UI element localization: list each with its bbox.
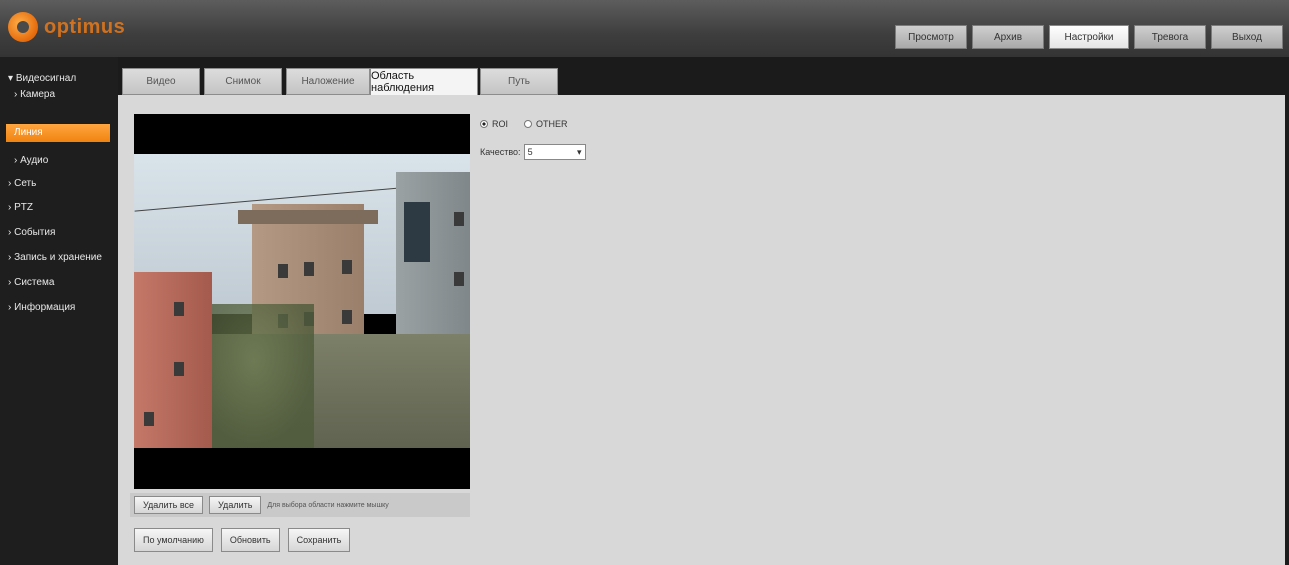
roi-radio[interactable]: [480, 120, 488, 128]
save-button[interactable]: Сохранить: [287, 528, 351, 552]
quality-select[interactable]: 5 ▾: [523, 144, 586, 160]
tab-video[interactable]: Видео: [122, 68, 200, 95]
tab-overlay[interactable]: Наложение: [286, 68, 370, 95]
roi-radio-label: ROI: [492, 119, 509, 129]
top-navigation: Просмотр Архив Настройки Тревога Выход: [895, 25, 1283, 49]
refresh-button[interactable]: Обновить: [220, 528, 280, 552]
default-button[interactable]: По умолчанию: [134, 528, 213, 552]
top-header: optimus Просмотр Архив Настройки Тревога…: [0, 0, 1289, 57]
sidebar-item-ptz[interactable]: › PTZ: [8, 202, 33, 213]
action-bar: По умолчанию Обновить Сохранить: [134, 528, 351, 552]
camera-image: [134, 154, 470, 448]
settings-tabs: Видео Снимок Наложение Область наблюдени…: [118, 64, 1289, 95]
chevron-down-icon: ▾: [577, 146, 582, 157]
sidebar-item-audio[interactable]: › Аудио: [14, 155, 48, 166]
sidebar-item-network[interactable]: › Сеть: [8, 178, 36, 189]
brand-logo: optimus: [8, 11, 125, 43]
sidebar-item-system[interactable]: › Система: [8, 277, 54, 288]
expand-icon: ▾: [8, 73, 16, 84]
quality-label: Качество:: [480, 147, 521, 157]
logo-icon: [8, 12, 38, 42]
tab-roi[interactable]: Область наблюдения: [370, 68, 478, 95]
tab-snapshot[interactable]: Снимок: [204, 68, 282, 95]
sidebar-item-info[interactable]: › Информация: [8, 302, 75, 313]
other-radio[interactable]: [524, 120, 533, 128]
other-radio-label: OTHER: [536, 119, 568, 129]
sidebar-item-storage[interactable]: › Запись и хранение: [8, 252, 102, 263]
delete-all-button[interactable]: Удалить все: [134, 496, 204, 514]
roi-options: ROI OTHER Качество: 5 ▾: [480, 119, 586, 160]
sidebar-item-video[interactable]: ▾ Видеосигнал: [8, 73, 76, 84]
video-preview[interactable]: [134, 114, 470, 489]
roi-hint: Для выбора области нажмите мышку: [267, 501, 389, 509]
tab-path[interactable]: Путь: [480, 68, 558, 95]
sidebar-item-line[interactable]: Линия: [6, 124, 110, 142]
nav-archive-button[interactable]: Архив: [972, 25, 1044, 49]
nav-settings-button[interactable]: Настройки: [1049, 25, 1129, 49]
nav-alarm-button[interactable]: Тревога: [1134, 25, 1206, 49]
nav-logout-button[interactable]: Выход: [1211, 25, 1283, 49]
main-content: Удалить все Удалить Для выбора области н…: [118, 95, 1285, 565]
settings-sidebar: ▾ Видеосигнал › Камера Линия › Аудио › С…: [0, 57, 118, 565]
video-toolbar: Удалить все Удалить Для выбора области н…: [130, 493, 470, 517]
sidebar-item-events[interactable]: › События: [8, 227, 55, 238]
sidebar-item-camera[interactable]: › Камера: [14, 89, 55, 100]
logo-text: optimus: [44, 15, 126, 38]
nav-live-button[interactable]: Просмотр: [895, 25, 967, 49]
delete-button[interactable]: Удалить: [209, 496, 262, 514]
